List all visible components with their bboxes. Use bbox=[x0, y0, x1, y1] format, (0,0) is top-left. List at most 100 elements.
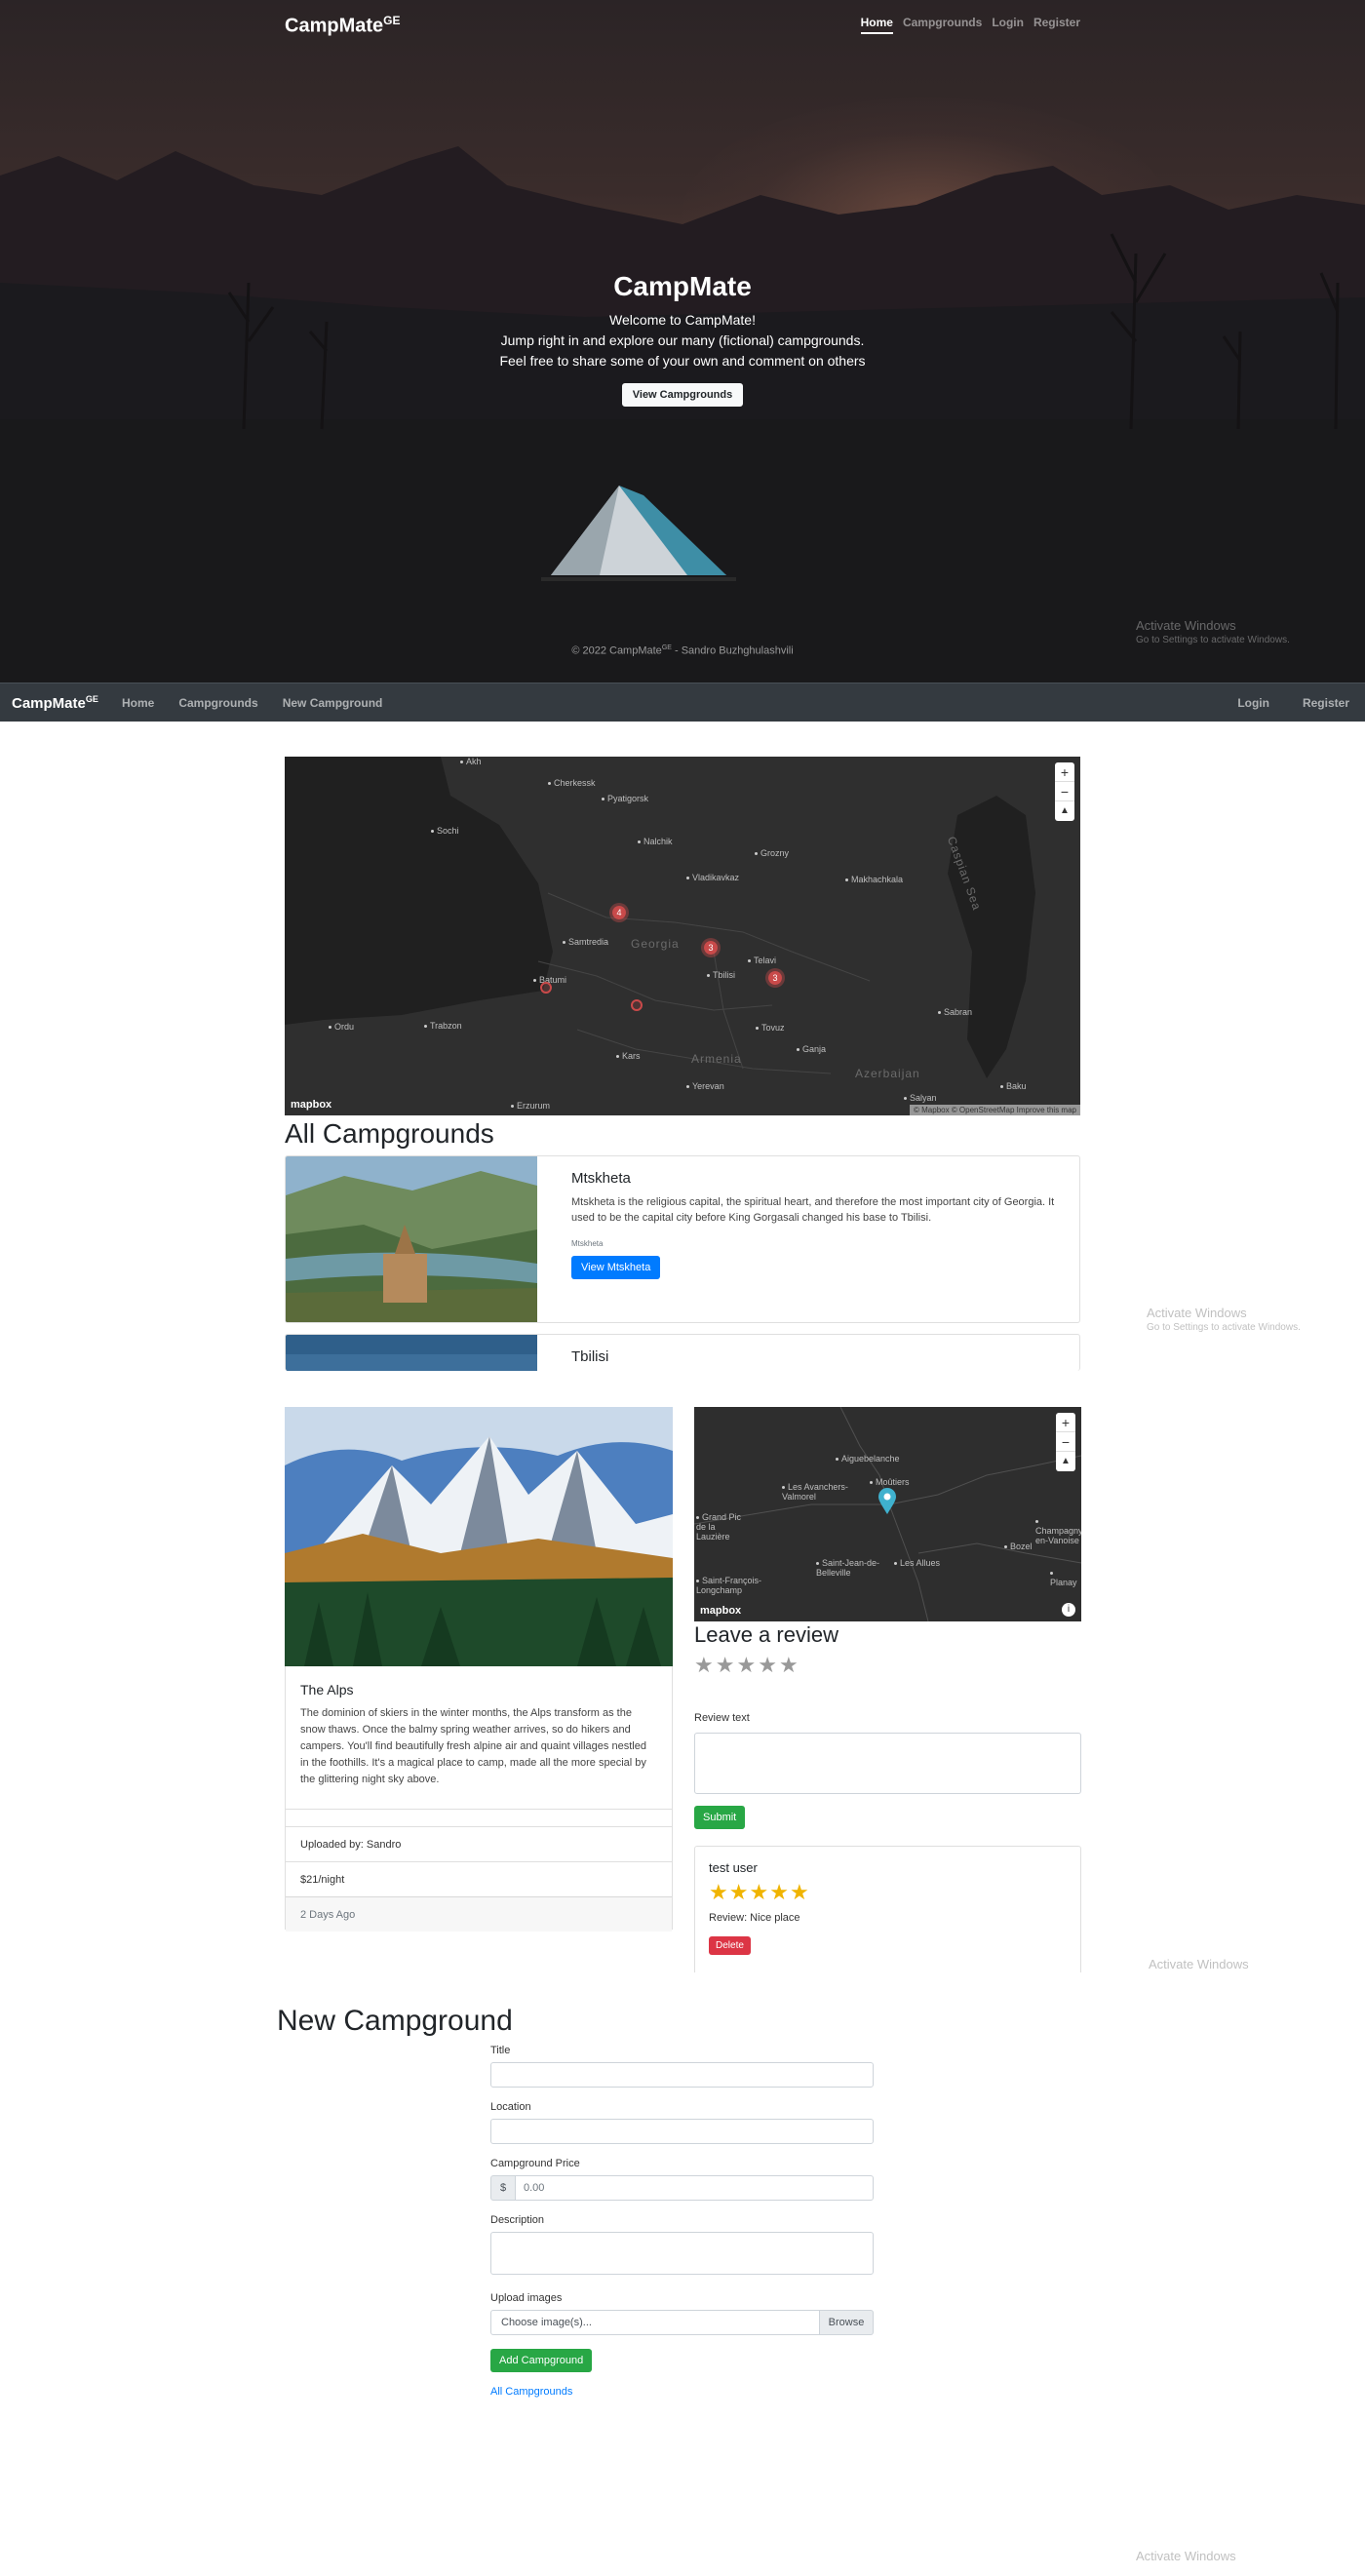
map-city: Sabran bbox=[938, 1007, 972, 1017]
uploaded-by: Uploaded by: Sandro bbox=[286, 1826, 672, 1861]
review-rating: ★ ★ ★ ★ ★ bbox=[709, 1881, 1067, 1904]
navbar-brand[interactable]: CampMateGE bbox=[12, 694, 98, 712]
price-label: Campground Price bbox=[490, 2158, 580, 2169]
map-place: Les Avanchers-Valmorel bbox=[782, 1482, 860, 1502]
nav-login[interactable]: Login bbox=[1237, 696, 1269, 710]
zoom-out-icon[interactable]: − bbox=[1056, 1432, 1075, 1452]
map-cluster-marker[interactable]: 3 bbox=[701, 938, 721, 957]
cluster-map[interactable]: Akh Cherkessk Pyatigorsk Sochi Nalchik G… bbox=[285, 757, 1080, 1115]
map-city: Trabzon bbox=[424, 1021, 462, 1031]
hero-navbar: CampMateGE Home Campgrounds Login Regist… bbox=[285, 10, 1080, 45]
compass-icon[interactable]: ▲ bbox=[1056, 1452, 1075, 1471]
map-city: Akh bbox=[460, 757, 482, 766]
browse-button[interactable]: Browse bbox=[820, 2310, 874, 2335]
hero-title: CampMate bbox=[613, 271, 752, 301]
campground-map[interactable]: Aiguebelanche Les Avanchers-Valmorel Moû… bbox=[694, 1407, 1081, 1621]
title-input[interactable] bbox=[490, 2062, 874, 2088]
map-place: Bozel bbox=[1004, 1542, 1033, 1551]
price-input[interactable]: 0.00 bbox=[516, 2175, 874, 2201]
campground-card: Tbilisi bbox=[285, 1334, 1080, 1371]
file-upload-placeholder[interactable]: Choose image(s)... bbox=[490, 2310, 820, 2335]
map-city: Tbilisi bbox=[707, 970, 735, 980]
map-pin-icon[interactable] bbox=[878, 1488, 897, 1515]
hero-nav-register[interactable]: Register bbox=[1034, 16, 1080, 34]
star-icon[interactable]: ★ bbox=[716, 1655, 735, 1676]
campground-card-body: Tbilisi bbox=[571, 1348, 1060, 1371]
star-filled-icon: ★ bbox=[728, 1880, 749, 1904]
submit-review-button[interactable]: Submit bbox=[694, 1806, 746, 1829]
campground-location: Mtskheta bbox=[571, 1239, 604, 1248]
campground-title: Mtskheta bbox=[571, 1170, 631, 1187]
new-campground-form: Title Location Campground Price $ 0.00 D… bbox=[490, 2045, 874, 2398]
star-icon[interactable]: ★ bbox=[694, 1655, 714, 1676]
navbar-auth-links: Login Register bbox=[1237, 696, 1349, 710]
mapbox-logo[interactable]: mapbox bbox=[291, 1099, 332, 1111]
activate-windows-watermark: Activate Windows bbox=[1136, 2549, 1236, 2563]
file-upload[interactable]: Choose image(s)... Browse bbox=[490, 2310, 874, 2335]
campground-thumbnail bbox=[286, 1156, 537, 1322]
mapbox-logo[interactable]: mapbox bbox=[700, 1605, 741, 1617]
review-card: test user ★ ★ ★ ★ ★ Review: Nice place D… bbox=[694, 1846, 1081, 1972]
campground-detail-description: The dominion of skiers in the winter mon… bbox=[300, 1707, 646, 1785]
hero-nav-links: Home Campgrounds Login Register bbox=[860, 16, 1080, 34]
hero-section: CampMateGE Home Campgrounds Login Regist… bbox=[0, 0, 1365, 683]
map-city: Samtredia bbox=[563, 937, 608, 947]
map-place: Saint-François-Longchamp bbox=[696, 1576, 764, 1595]
view-campground-button[interactable]: View Mtskheta bbox=[571, 1256, 661, 1279]
info-icon[interactable]: i bbox=[1062, 1603, 1075, 1617]
hero-line-2: Jump right in and explore our many (fict… bbox=[500, 332, 865, 348]
campground-title: Tbilisi bbox=[571, 1348, 609, 1365]
hero-footer: © 2022 CampMateGE - Sandro Buzhghulashvi… bbox=[571, 644, 794, 657]
map-place: Saint-Jean-de-Belleville bbox=[816, 1558, 884, 1578]
navbar-links: Home Campgrounds New Campground bbox=[122, 696, 382, 710]
nav-home[interactable]: Home bbox=[122, 696, 154, 710]
all-campgrounds-title: All Campgrounds bbox=[285, 1118, 494, 1149]
map-place: Les Allues bbox=[894, 1558, 940, 1568]
hero-line-3: Feel free to share some of your own and … bbox=[499, 353, 866, 369]
zoom-out-icon[interactable]: − bbox=[1055, 782, 1074, 801]
map-place: Aiguebelanche bbox=[836, 1454, 900, 1464]
star-filled-icon: ★ bbox=[769, 1880, 789, 1904]
detail-list-spacer bbox=[286, 1809, 672, 1826]
hero-brand[interactable]: CampMateGE bbox=[285, 14, 400, 38]
star-icon[interactable]: ★ bbox=[758, 1655, 777, 1676]
map-point-marker[interactable] bbox=[631, 999, 643, 1011]
map-attribution[interactable]: © Mapbox © OpenStreetMap Improve this ma… bbox=[910, 1105, 1080, 1115]
nav-new-campground[interactable]: New Campground bbox=[283, 696, 383, 710]
star-icon[interactable]: ★ bbox=[736, 1655, 756, 1676]
map-terrain bbox=[285, 757, 1080, 1115]
zoom-in-icon[interactable]: + bbox=[1056, 1413, 1075, 1432]
star-filled-icon: ★ bbox=[709, 1880, 728, 1904]
campground-age: 2 Days Ago bbox=[286, 1896, 672, 1932]
activate-windows-watermark: Activate Windows Go to Settings to activ… bbox=[1136, 618, 1290, 645]
map-point-marker[interactable] bbox=[540, 982, 552, 994]
zoom-in-icon[interactable]: + bbox=[1055, 762, 1074, 782]
price-input-group: $ 0.00 bbox=[490, 2175, 874, 2201]
hero-nav-campgrounds[interactable]: Campgrounds bbox=[903, 16, 982, 34]
description-input[interactable] bbox=[490, 2232, 874, 2275]
map-city: Pyatigorsk bbox=[602, 794, 648, 803]
delete-review-button[interactable]: Delete bbox=[709, 1936, 751, 1955]
review-text: Review: Nice place bbox=[709, 1912, 800, 1924]
review-text-input[interactable] bbox=[694, 1733, 1081, 1794]
nav-register[interactable]: Register bbox=[1303, 696, 1349, 710]
map-cluster-marker[interactable]: 3 bbox=[765, 968, 785, 988]
nav-campgrounds[interactable]: Campgrounds bbox=[178, 696, 257, 710]
location-label: Location bbox=[490, 2101, 531, 2113]
map-city: Makhachkala bbox=[845, 875, 903, 884]
star-icon[interactable]: ★ bbox=[779, 1655, 799, 1676]
map-country: Azerbaijan bbox=[855, 1067, 920, 1080]
hero-nav-home[interactable]: Home bbox=[860, 16, 893, 34]
compass-icon[interactable]: ▲ bbox=[1055, 801, 1074, 821]
location-input[interactable] bbox=[490, 2119, 874, 2144]
map-cluster-marker[interactable]: 4 bbox=[609, 903, 629, 922]
add-campground-button[interactable]: Add Campground bbox=[490, 2349, 593, 2372]
all-campgrounds-link[interactable]: All Campgrounds bbox=[490, 2386, 874, 2398]
alps-photo bbox=[285, 1407, 673, 1666]
map-city: Tovuz bbox=[756, 1023, 785, 1033]
campground-detail-card: The Alps The dominion of skiers in the w… bbox=[285, 1666, 673, 1932]
hero-nav-login[interactable]: Login bbox=[992, 16, 1024, 34]
campground-detail-title: The Alps bbox=[300, 1682, 354, 1698]
campground-card: Mtskheta Mtskheta is the religious capit… bbox=[285, 1155, 1080, 1323]
view-campgrounds-button[interactable]: View Campgrounds bbox=[621, 383, 744, 407]
